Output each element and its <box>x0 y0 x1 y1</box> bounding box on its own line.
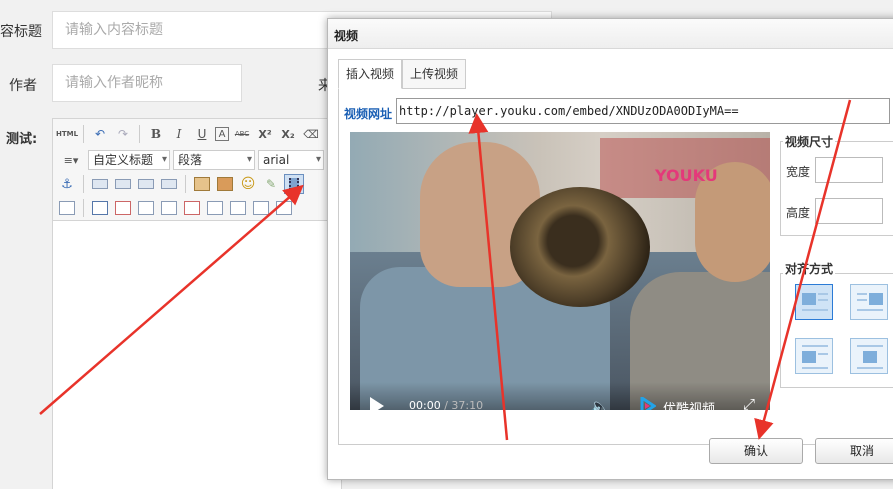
toolbar-separator <box>185 175 186 193</box>
insert-row-icon[interactable] <box>159 198 179 218</box>
align-line <box>857 299 867 301</box>
align-line <box>818 353 828 355</box>
dialog-header[interactable] <box>328 19 893 49</box>
font-family-select[interactable]: arial <box>258 150 324 170</box>
image-icon[interactable] <box>192 174 212 194</box>
align-right-option[interactable] <box>850 284 888 320</box>
anchor-icon[interactable]: ⚓ <box>57 174 77 194</box>
redo-icon[interactable]: ↷ <box>113 124 133 144</box>
content-title-label: 容标题 <box>0 24 42 40</box>
youku-brand-label: 优酷视频 <box>663 402 716 410</box>
align-block <box>869 293 883 305</box>
underline-button[interactable]: U <box>192 124 212 144</box>
youku-brand-icon <box>640 397 656 410</box>
insert-table-icon[interactable] <box>90 198 110 218</box>
align-line <box>857 345 883 347</box>
align-left-option[interactable] <box>795 338 833 374</box>
align-center-icon[interactable] <box>136 174 156 194</box>
rich-text-editor[interactable]: HTML ↶ ↷ B I U A ABC X² X₂ ⌫ ≡▾ 自定义标题 段落… <box>52 118 342 489</box>
video-preview[interactable]: YOUKU 00:00 / 37:10 🔈 优酷视频 ⤢ <box>350 132 770 410</box>
subscript-button[interactable]: X₂ <box>278 124 298 144</box>
play-icon[interactable] <box>370 397 384 410</box>
width-input[interactable] <box>815 157 883 183</box>
align-line <box>857 293 867 295</box>
font-border-button[interactable]: A <box>215 127 229 141</box>
dialog-title: 视频 <box>334 29 359 43</box>
align-line <box>818 293 828 295</box>
bold-button[interactable]: B <box>146 124 166 144</box>
height-label: 高度 <box>786 206 811 220</box>
superscript-button[interactable]: X² <box>255 124 275 144</box>
youku-logo: YOUKU <box>655 166 718 185</box>
delete-row-icon[interactable] <box>182 198 202 218</box>
video-current-time: 00:00 <box>409 399 441 410</box>
scrawl-icon[interactable]: ✎ <box>261 174 281 194</box>
align-left-icon[interactable] <box>90 174 110 194</box>
insert-col-icon[interactable] <box>205 198 225 218</box>
author-input[interactable]: 请输入作者昵称 <box>52 64 242 102</box>
multi-image-icon[interactable] <box>215 174 235 194</box>
align-block <box>863 351 877 363</box>
video-url-label: 视频网址 <box>344 107 393 121</box>
html-source-button[interactable]: HTML <box>56 124 78 144</box>
video-frame-horn <box>510 187 650 307</box>
italic-button[interactable]: I <box>169 124 189 144</box>
alignment-title: 对齐方式 <box>783 260 836 277</box>
video-time: 00:00 / 37:10 <box>409 399 483 410</box>
insert-paragraph-before-table-icon[interactable] <box>136 198 156 218</box>
test-label: 测试: <box>6 132 38 147</box>
align-block <box>802 293 816 305</box>
video-dialog: 视频 插入视频 上传视频 视频网址 http://player.youku.co… <box>327 18 893 480</box>
align-line <box>802 345 828 347</box>
align-center-option[interactable] <box>850 338 888 374</box>
align-line <box>802 367 828 369</box>
tab-insert-video[interactable]: 插入视频 <box>338 59 403 89</box>
undo-icon[interactable]: ↶ <box>90 124 110 144</box>
author-label: 作者 <box>9 78 37 94</box>
custom-heading-select[interactable]: 自定义标题 <box>88 150 170 170</box>
align-line <box>818 299 828 301</box>
line-spacing-icon[interactable]: ≡▾ <box>57 150 85 170</box>
emotion-icon[interactable]: ☺ <box>238 174 258 194</box>
eraser-icon[interactable]: ⌫ <box>301 124 321 144</box>
delete-col-icon[interactable] <box>228 198 248 218</box>
strikethrough-button[interactable]: ABC <box>232 124 252 144</box>
height-input[interactable] <box>815 198 883 224</box>
align-none-icon[interactable] <box>159 174 179 194</box>
fullscreen-icon[interactable]: ⤢ <box>743 395 755 410</box>
align-line <box>857 309 883 311</box>
video-duration: 37:10 <box>451 399 484 410</box>
insert-video-icon[interactable] <box>284 174 304 194</box>
volume-icon[interactable]: 🔈 <box>590 397 610 410</box>
video-url-input[interactable]: http://player.youku.com/embed/XNDUzODA0O… <box>396 98 890 124</box>
paragraph-select[interactable]: 段落 <box>173 150 255 170</box>
width-label: 宽度 <box>786 165 811 179</box>
align-block <box>802 351 816 363</box>
split-cells-icon[interactable] <box>274 198 294 218</box>
editor-toolbar: HTML ↶ ↷ B I U A ABC X² X₂ ⌫ ≡▾ 自定义标题 段落… <box>53 119 341 221</box>
align-right-icon[interactable] <box>113 174 133 194</box>
video-size-title: 视频尺寸 <box>783 133 836 150</box>
cancel-button[interactable]: 取消 <box>815 438 893 464</box>
toolbar-separator <box>83 175 84 193</box>
tab-upload-video[interactable]: 上传视频 <box>402 59 467 89</box>
align-line <box>857 367 883 369</box>
confirm-button[interactable]: 确认 <box>709 438 803 464</box>
toolbar-separator <box>83 125 84 143</box>
align-line <box>802 309 828 311</box>
delete-table-icon[interactable] <box>113 198 133 218</box>
align-none-option[interactable] <box>795 284 833 320</box>
template-icon[interactable] <box>57 198 77 218</box>
merge-cells-icon[interactable] <box>251 198 271 218</box>
toolbar-separator <box>83 199 84 217</box>
toolbar-separator <box>139 125 140 143</box>
